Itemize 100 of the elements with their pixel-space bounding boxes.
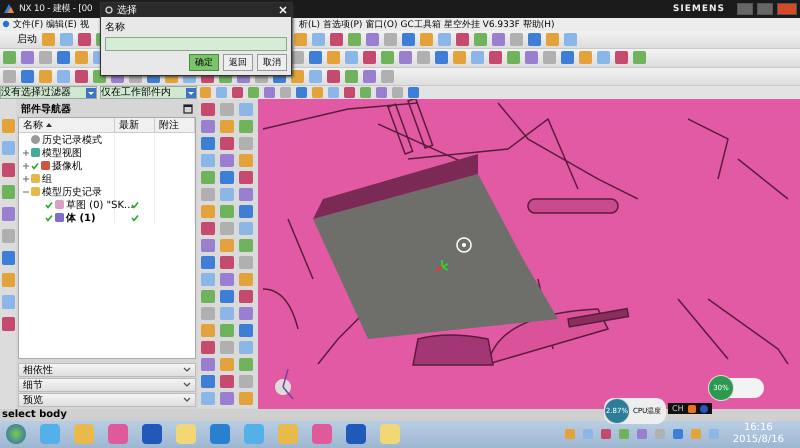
tool-palette-icon[interactable] <box>201 154 215 168</box>
tray-icon[interactable] <box>618 429 629 440</box>
resource-bar-icon[interactable] <box>2 317 14 332</box>
tool-palette-icon[interactable] <box>201 256 215 270</box>
column-header[interactable]: 附注 <box>159 118 179 132</box>
tool-palette-icon[interactable] <box>239 120 253 134</box>
tool-palette-icon[interactable] <box>239 239 253 252</box>
dialog-button[interactable]: 取消 <box>257 54 287 71</box>
expander-icon[interactable] <box>23 150 29 156</box>
taskbar-app-icon[interactable] <box>210 424 230 444</box>
tool-palette-icon[interactable] <box>220 120 234 134</box>
tool-palette-icon[interactable] <box>220 205 234 218</box>
resource-bar-icon[interactable] <box>2 295 14 310</box>
ime-language[interactable]: CH <box>672 404 684 413</box>
taskbar-app-icon[interactable] <box>312 424 332 444</box>
tool-palette-icon[interactable] <box>239 103 253 116</box>
tree-item-label[interactable]: 模型历史记录 <box>42 184 102 199</box>
tray-icon[interactable] <box>636 429 647 440</box>
checkbox-icon[interactable] <box>45 200 53 209</box>
taskbar-app-icon[interactable] <box>176 424 196 444</box>
resource-bar-icon[interactable] <box>2 163 14 178</box>
tool-palette-icon[interactable] <box>220 307 234 320</box>
tool-palette-icon[interactable] <box>239 171 253 184</box>
help-icon[interactable] <box>700 404 708 412</box>
tray-icon[interactable] <box>672 429 683 440</box>
checkbox-icon[interactable] <box>31 162 39 170</box>
menu-item[interactable]: 窗口(O) <box>365 18 398 31</box>
dialog-button[interactable]: 返回 <box>223 54 253 71</box>
maximize-icon[interactable] <box>183 104 193 114</box>
tool-palette-icon[interactable] <box>239 341 253 354</box>
tool-palette-icon[interactable] <box>201 137 215 150</box>
menu-item[interactable]: GC工具箱 <box>400 18 441 31</box>
tray-icon[interactable] <box>690 429 701 440</box>
tool-palette-icon[interactable] <box>220 137 234 150</box>
tool-palette-icon[interactable] <box>239 188 253 202</box>
tool-palette-icon[interactable] <box>220 290 234 304</box>
tool-palette-icon[interactable] <box>201 307 215 320</box>
tool-palette-icon[interactable] <box>201 273 215 286</box>
tool-palette-icon[interactable] <box>201 290 215 304</box>
tool-palette-icon[interactable] <box>220 239 234 252</box>
tree-item-label[interactable]: 摄像机 <box>52 158 82 173</box>
tool-palette-icon[interactable] <box>220 188 234 202</box>
tree-item-label[interactable]: 历史记录模式 <box>42 132 102 147</box>
tree-item-label[interactable]: 草图 (0) "SK... <box>66 198 134 212</box>
tree-item-label[interactable]: 组 <box>42 172 52 186</box>
section-header[interactable]: 预览 <box>18 393 196 408</box>
tool-palette-icon[interactable] <box>201 103 215 116</box>
menu-item[interactable]: 编辑(E) <box>46 18 77 31</box>
expander-icon[interactable] <box>23 176 29 182</box>
tool-palette-icon[interactable] <box>201 239 215 252</box>
tool-palette-icon[interactable] <box>220 358 234 372</box>
tool-palette-icon[interactable] <box>220 154 234 168</box>
tool-palette-icon[interactable] <box>201 171 215 184</box>
column-header[interactable]: 名称 <box>23 118 43 132</box>
tool-palette-icon[interactable] <box>239 307 253 320</box>
tool-palette-icon[interactable] <box>201 222 215 236</box>
tool-palette-icon[interactable] <box>220 273 234 286</box>
tray-icon[interactable] <box>564 429 575 440</box>
resource-bar-icon[interactable] <box>2 251 14 266</box>
menu-item[interactable]: 视 <box>80 18 89 31</box>
tool-palette-icon[interactable] <box>220 341 234 354</box>
tool-palette-icon[interactable] <box>201 358 215 372</box>
taskbar-app-icon[interactable] <box>380 424 400 444</box>
dialog-button[interactable]: 确定 <box>189 54 219 71</box>
tool-palette-icon[interactable] <box>201 205 215 218</box>
tool-palette-icon[interactable] <box>201 188 215 202</box>
tool-palette-icon[interactable] <box>201 324 215 338</box>
resource-bar-icon[interactable] <box>2 119 14 134</box>
taskbar-app-icon[interactable] <box>108 424 128 444</box>
tool-palette-icon[interactable] <box>239 154 253 168</box>
tool-palette-icon[interactable] <box>239 273 253 286</box>
tool-palette-icon[interactable] <box>239 256 253 270</box>
tool-palette-icon[interactable] <box>201 341 215 354</box>
section-header[interactable]: 细节 <box>18 378 196 392</box>
section-header[interactable]: 相依性 <box>18 363 196 378</box>
tree-item-label[interactable]: 体 (1) <box>66 210 96 225</box>
checkbox-icon[interactable] <box>45 214 53 222</box>
minimize-button[interactable] <box>737 2 753 15</box>
taskbar-app-icon[interactable] <box>346 424 366 444</box>
menu-item[interactable]: 星空外挂 V6.933F <box>444 18 520 31</box>
tool-palette-icon[interactable] <box>239 375 253 388</box>
menu-item[interactable]: 帮助(H) <box>522 18 555 31</box>
tool-palette-icon[interactable] <box>239 205 253 218</box>
resource-bar-icon[interactable] <box>2 229 14 244</box>
tray-icon[interactable] <box>600 429 611 440</box>
filter-dropdown[interactable]: 没有选择过滤器 <box>0 86 97 100</box>
tool-palette-icon[interactable] <box>201 392 215 406</box>
tool-palette-icon[interactable] <box>220 171 234 184</box>
tray-icon[interactable] <box>582 429 593 440</box>
tool-palette-icon[interactable] <box>220 222 234 236</box>
menu-item[interactable]: 析(L) <box>298 18 320 31</box>
start-orb-icon[interactable] <box>6 424 26 444</box>
menu-item[interactable]: 首选项(P) <box>322 18 362 31</box>
toolbar-icon[interactable] <box>291 51 304 64</box>
ime-icon[interactable] <box>688 404 696 412</box>
expander-icon[interactable] <box>23 162 29 169</box>
app-menu-icon[interactable] <box>2 20 10 28</box>
resource-bar-icon[interactable] <box>2 185 14 200</box>
tool-palette-icon[interactable] <box>239 392 253 406</box>
tool-palette-icon[interactable] <box>220 324 234 338</box>
